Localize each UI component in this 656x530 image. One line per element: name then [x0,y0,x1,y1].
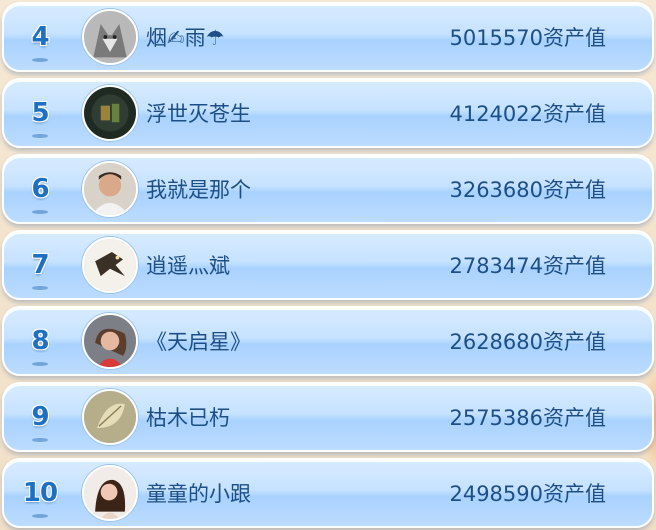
leaderboard-row[interactable]: 7 逍遥灬斌 2783474资产值 [2,230,654,300]
asset-value: 2783474资产值 [449,254,606,278]
rank-number: 9 [4,402,76,442]
player-name: 枯木已朽 [146,406,230,430]
rank-number: 6 [4,174,76,214]
dry-leaf-avatar-icon[interactable] [82,389,138,445]
dark-calligraphy-avatar-icon[interactable] [82,85,138,141]
player-name: 逍遥灬斌 [146,254,230,278]
rank-number: 5 [4,98,76,138]
eagle-avatar-icon[interactable] [82,237,138,293]
rank-number: 8 [4,326,76,366]
wolf-avatar-icon[interactable] [82,9,138,65]
player-name: 烟✍雨☂ [146,26,225,50]
player-name: 我就是那个 [146,178,251,202]
leaderboard-row[interactable]: 6 我就是那个 3263680资产值 [2,154,654,224]
asset-value: 2498590资产值 [449,482,606,506]
player-name: 浮世灭苍生 [146,102,251,126]
player-name: 《天启星》 [146,330,251,354]
leaderboard-row[interactable]: 10 童童的小跟 2498590资产值 [2,458,654,528]
asset-value: 2628680资产值 [449,330,606,354]
leaderboard-row[interactable]: 4 烟✍雨☂ 5015570资产值 [2,2,654,72]
asset-value: 4124022资产值 [449,102,606,126]
leaderboard-page: 4 烟✍雨☂ 5015570资产值 5 浮世灭苍生 4124022资产值 6 我… [0,0,656,530]
asset-value: 5015570资产值 [449,26,606,50]
player-name: 童童的小跟 [146,482,251,506]
leaderboard-row[interactable]: 5 浮世灭苍生 4124022资产值 [2,78,654,148]
woman-portrait-avatar-icon[interactable] [82,313,138,369]
leaderboard-row[interactable]: 9 枯木已朽 2575386资产值 [2,382,654,452]
rank-number: 7 [4,250,76,290]
girl-portrait-avatar-icon[interactable] [82,465,138,521]
man-portrait-avatar-icon[interactable] [82,161,138,217]
asset-value: 3263680资产值 [449,178,606,202]
asset-value: 2575386资产值 [449,406,606,430]
leaderboard-row[interactable]: 8 《天启星》 2628680资产值 [2,306,654,376]
rank-number: 10 [4,478,76,518]
rank-number: 4 [4,22,76,62]
